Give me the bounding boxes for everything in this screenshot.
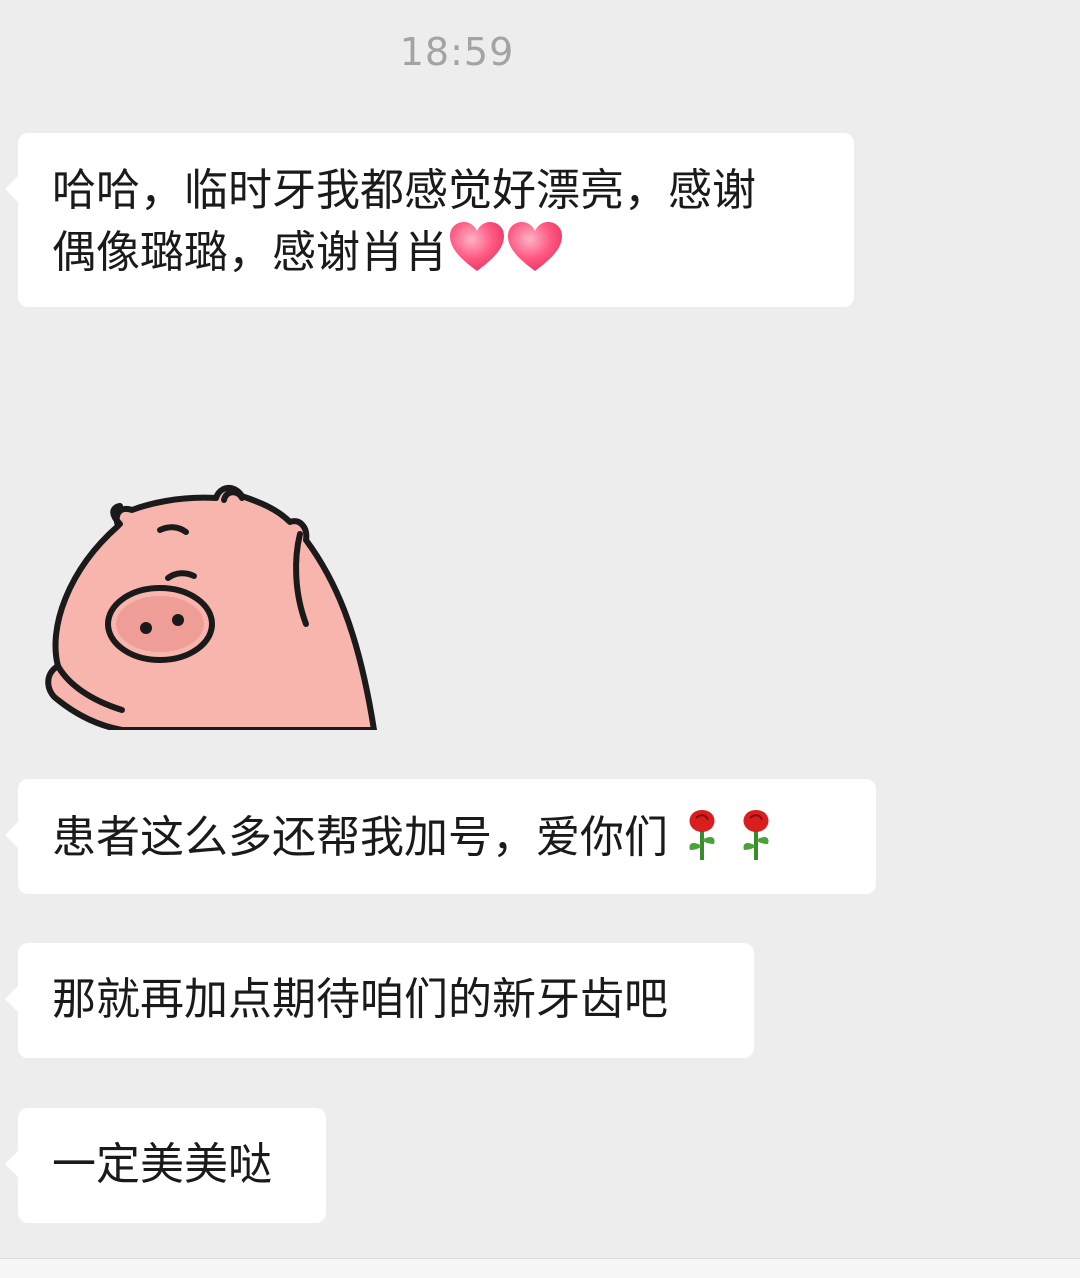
heart-icon	[508, 222, 562, 271]
message-bubble[interactable]: 患者这么多还帮我加号，爱你们	[5, 779, 876, 894]
message-bubble[interactable]: 哈哈，临时牙我都感觉好漂亮，感谢 偶像璐璐，感谢肖肖	[5, 133, 854, 307]
message-text: 那就再加点期待咱们的新牙齿吧	[52, 974, 668, 1025]
rose-icon	[743, 810, 769, 860]
message-text: 一定美美哒	[52, 1139, 272, 1190]
rose-icon	[689, 810, 715, 860]
message-bubble[interactable]: 一定美美哒	[5, 1108, 326, 1223]
message-bubble[interactable]: 那就再加点期待咱们的新牙齿吧	[5, 943, 754, 1058]
heart-icon	[450, 222, 504, 271]
message-text: 患者这么多还帮我加号，爱你们	[52, 812, 668, 863]
input-bar-edge	[0, 1258, 1080, 1278]
message-text-line: 哈哈，临时牙我都感觉好漂亮，感谢	[52, 165, 756, 216]
message-text-line: 偶像璐璐，感谢肖肖	[52, 221, 820, 283]
chat-timestamp: 18:59	[399, 30, 515, 74]
pig-sticker[interactable]	[38, 478, 388, 730]
